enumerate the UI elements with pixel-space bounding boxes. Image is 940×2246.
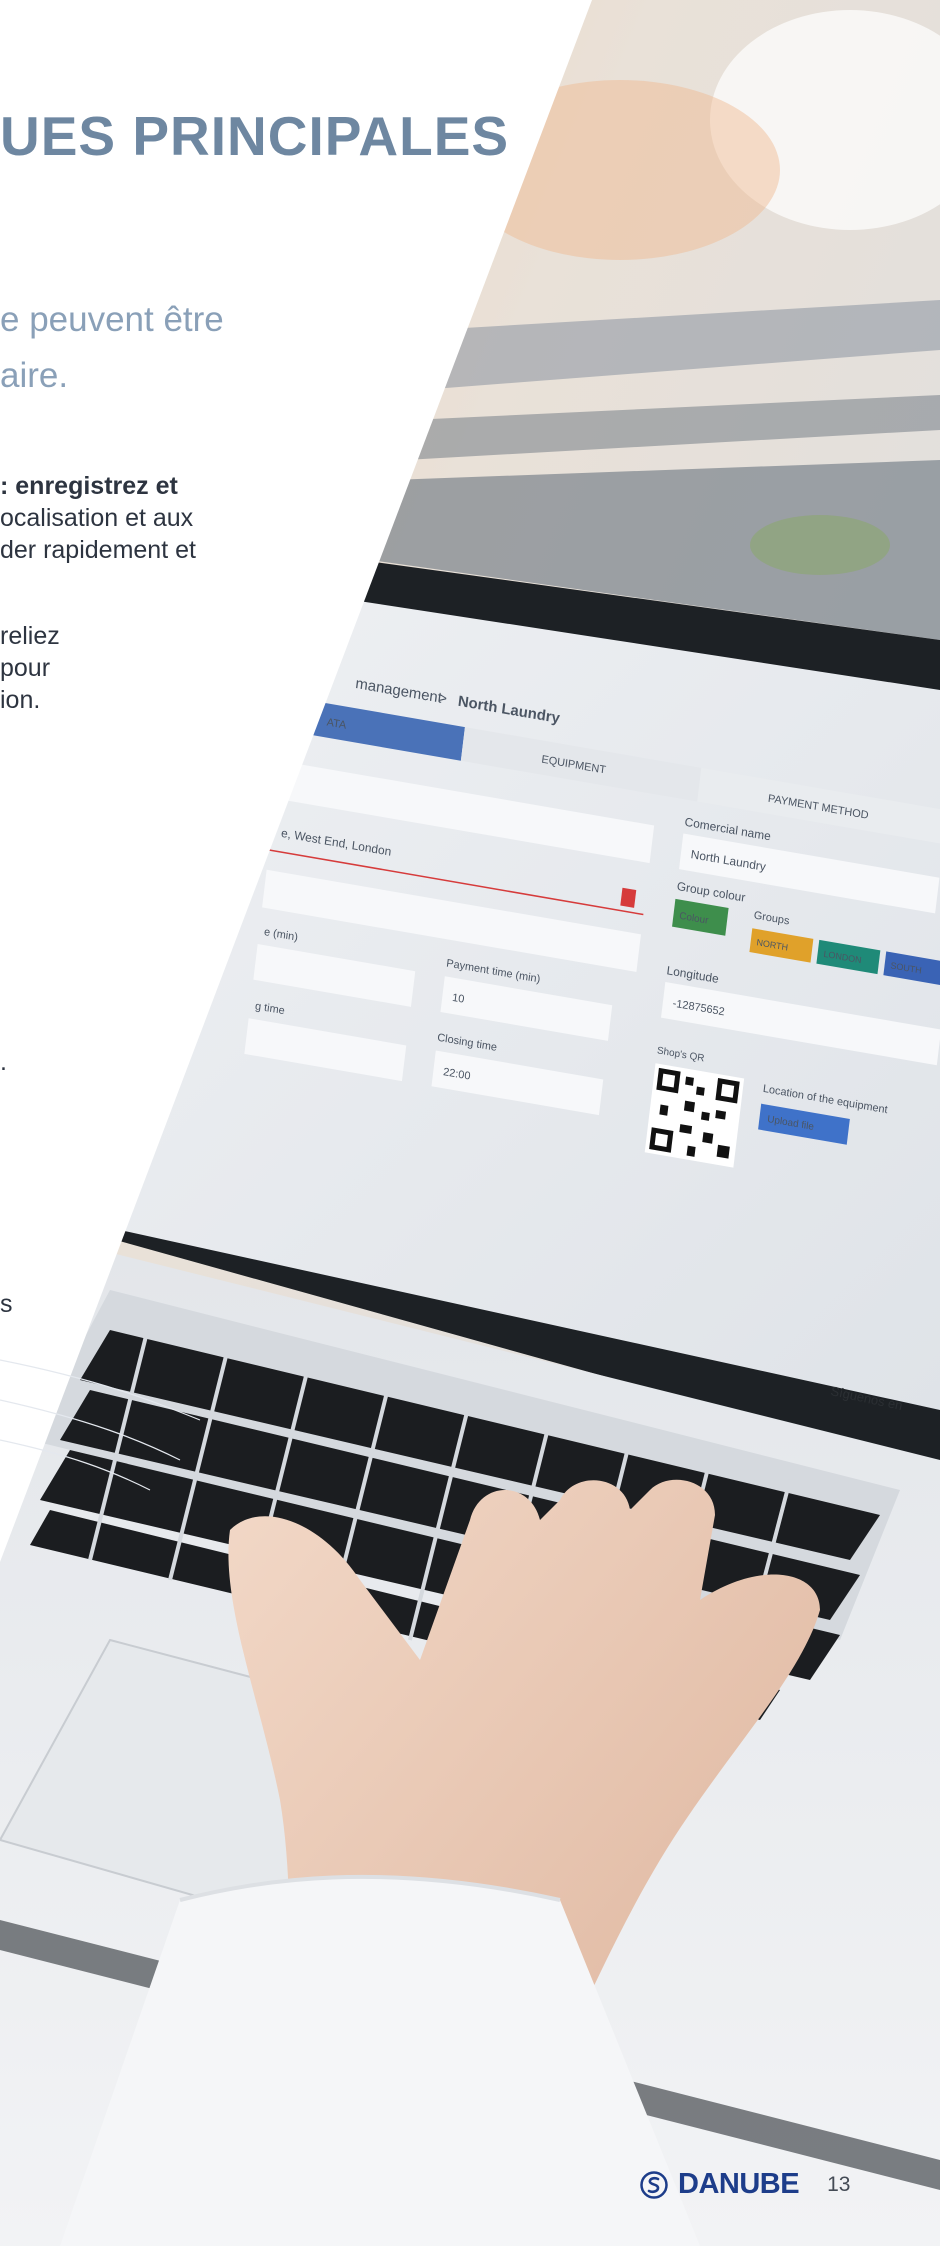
paragraph-2-line-2: pour <box>0 654 51 682</box>
lead-text: e peuvent être aire. <box>0 292 224 404</box>
text-fragment-b: s <box>0 1290 13 1318</box>
lead-line-2: aire. <box>0 356 69 395</box>
text-fragment-a: . <box>0 1048 7 1076</box>
paragraph-1: : enregistrez et ocalisation et aux der … <box>0 470 196 566</box>
paragraph-1-line-1: : enregistrez et <box>0 472 178 500</box>
danube-logo-icon <box>640 2170 668 2199</box>
paragraph-2-line-3: ion. <box>0 686 41 714</box>
payment-time-value: 10 <box>452 992 465 1006</box>
footer-brand: DANUBE 13 <box>640 2168 850 2201</box>
paragraph-2-line-1: reliez <box>0 622 60 650</box>
brand-name: DANUBE <box>678 2168 800 2200</box>
paragraph-2: reliez pour ion. <box>0 620 60 716</box>
qr-code <box>644 1063 745 1168</box>
page-title: UES PRINCIPALES <box>0 105 510 167</box>
page-number: 13 <box>827 2172 851 2196</box>
lead-line-1: e peuvent être <box>0 300 224 339</box>
delete-icon[interactable] <box>620 887 637 908</box>
paragraph-1-line-3: der rapidement et <box>0 536 196 564</box>
paragraph-1-line-2: ocalisation et aux <box>0 504 194 532</box>
